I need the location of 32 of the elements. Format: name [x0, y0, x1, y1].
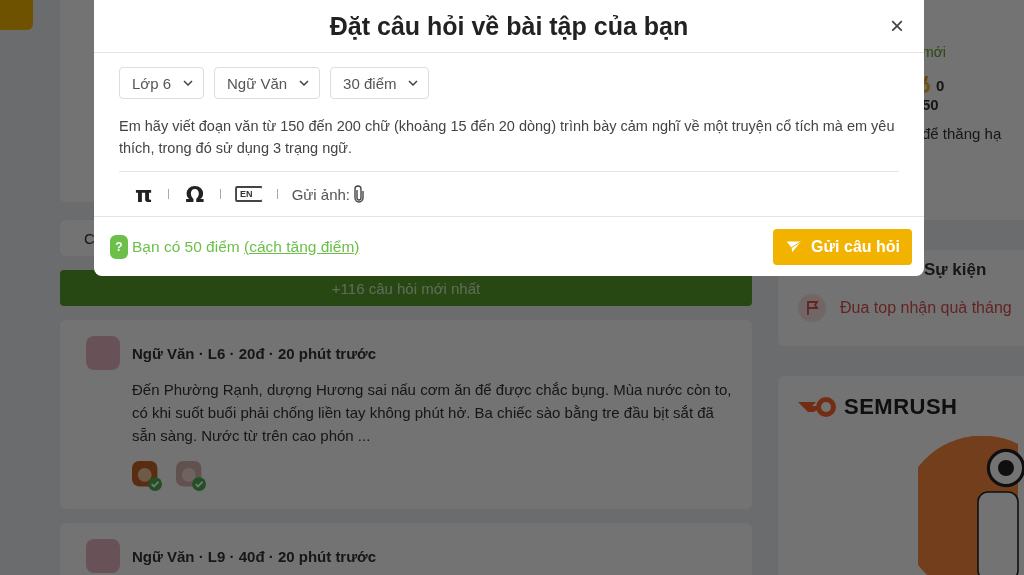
send-icon: [785, 239, 804, 254]
chevron-down-icon: [408, 80, 419, 86]
medal-count: 0: [936, 76, 945, 94]
paperclip-icon: [354, 185, 365, 203]
answerer-avatar-icon: [132, 461, 162, 491]
close-button[interactable]: ×: [886, 10, 908, 42]
question-card[interactable]: Ngữ Văn · L9 · 40đ · 20 phút trước: [60, 523, 752, 575]
symbol-button[interactable]: π: [133, 181, 155, 207]
avatar-icon: [86, 336, 120, 370]
attach-image-button[interactable]: Gửi ảnh:: [291, 185, 365, 203]
flag-icon: [798, 294, 826, 322]
flame-logo-icon: [798, 396, 838, 418]
chevron-down-icon: [183, 80, 194, 86]
advertisement-banner[interactable]: SEMRUSH: [778, 376, 1024, 575]
help-icon: ?: [110, 234, 128, 259]
dropdown-select[interactable]: Lớp 6: [119, 67, 205, 99]
events-title: Sự kiện: [924, 260, 987, 280]
post-meta: Ngữ Văn · L6 · 20đ · 20 phút trước: [132, 344, 377, 362]
post-meta: Ngữ Văn · L9 · 40đ · 20 phút trước: [132, 547, 377, 565]
language-button[interactable]: EN: [235, 186, 263, 202]
points-note: Bạn có 50 điểm (cách tăng điểm): [132, 237, 360, 256]
question-excerpt: Đến Phường Rạnh, dượng Hương sai nấu cơm ăn để được chắc bụng. Mùa nước còn to, có khi suốt buổi phải chống liền tay không phút hở. Ba chiếc sào bằng tre đầu bịt sắt đã sẵn sàng. Nước từ trên cao phón ...: [132, 380, 732, 446]
avatar-icon: [86, 539, 120, 573]
answerer-avatar-icon: [176, 461, 206, 491]
brand-name: SEMRUSH: [844, 394, 958, 420]
question-field[interactable]: Em hãy viết đoạn văn từ 150 đến 200 chữ (khoảng 15 đến 20 dòng) trình bày cảm nghĩ về một truyện cổ tích mà em yêu thích, trong đó sử dụng 3 trạng ngữ.: [119, 115, 899, 172]
dialog-title: Đặt câu hỏi về bài tập của bạn: [329, 11, 689, 41]
tab-label[interactable]: C: [84, 229, 95, 247]
symbol-button[interactable]: Ω: [183, 181, 207, 207]
dropdown-select[interactable]: Ngữ Văn: [214, 67, 321, 99]
dropdown-select[interactable]: 30 điểm: [330, 67, 430, 99]
chevron-down-icon: [299, 80, 310, 86]
